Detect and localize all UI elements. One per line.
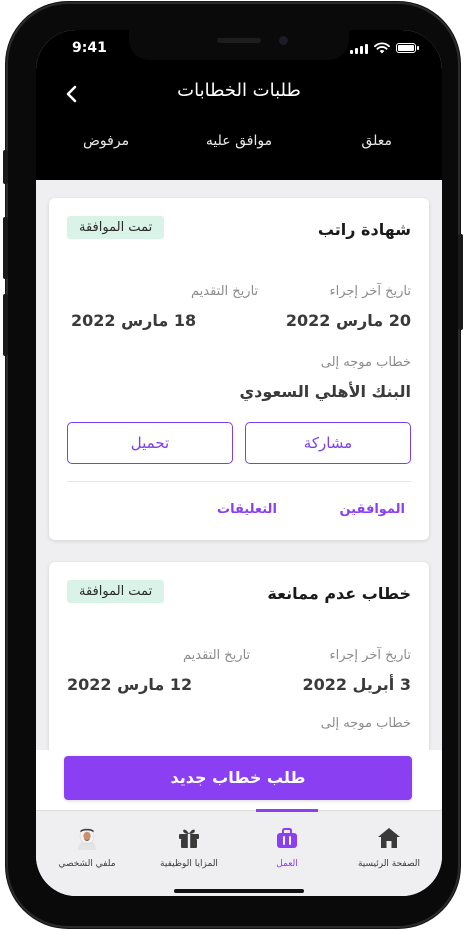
approvers-link[interactable]: الموافقين [339, 502, 405, 517]
nav-label-benefits: المزايا الوظيفية [160, 859, 218, 869]
last-action-date: 3 أبريل 2022 [302, 675, 411, 694]
submit-date-label: تاريخ التقديم [191, 284, 259, 299]
volume-up-button [3, 217, 8, 279]
nav-label-profile: ملفي الشخصي [58, 859, 116, 869]
volume-down-button [3, 294, 8, 356]
bottom-nav: الصفحة الرئيسية العمل المزايا الوظيفية م… [36, 809, 442, 896]
gift-icon [179, 829, 199, 848]
last-action-label: تاريخ آخر إجراء [329, 284, 412, 299]
header: 9:41 طلبات الخطابات معلق موافق عليه مرفو… [36, 30, 442, 180]
share-button[interactable]: مشاركة [245, 422, 411, 464]
mute-switch [3, 150, 8, 184]
camera [279, 36, 288, 45]
status-time: 9:41 [72, 40, 107, 56]
status-tabs: معلق موافق عليه مرفوض [36, 133, 442, 163]
request-title: خطاب عدم ممانعة [267, 584, 411, 603]
page-title: طلبات الخطابات [177, 80, 301, 101]
battery-icon [396, 43, 419, 53]
status-badge: تمت الموافقة [67, 580, 165, 603]
status-icons [350, 42, 419, 54]
request-card: شهادة راتب تمت الموافقة تاريخ آخر إجراء … [49, 198, 429, 540]
avatar-icon [78, 827, 96, 850]
request-title: شهادة راتب [317, 220, 411, 239]
last-action-label: تاريخ آخر إجراء [329, 648, 412, 663]
home-icon [378, 828, 400, 848]
signal-icon [350, 43, 368, 54]
requests-list: شهادة راتب تمت الموافقة تاريخ آخر إجراء … [36, 180, 442, 750]
divider [67, 481, 411, 482]
tab-rejected[interactable]: مرفوض [83, 133, 129, 149]
nav-label-home: الصفحة الرئيسية [357, 859, 421, 869]
addressed-to-value: البنك الأهلي السعودي [239, 382, 411, 401]
submit-date-label: تاريخ التقديم [183, 648, 251, 663]
cta-bar: طلب خطاب جديد [36, 750, 442, 816]
addressed-to-label: خطاب موجه إلى [320, 355, 411, 370]
addressed-to-label: خطاب موجه إلى [320, 716, 411, 731]
submit-date: 18 مارس 2022 [71, 311, 197, 330]
comments-link[interactable]: التعليقات [217, 502, 277, 517]
power-button [458, 234, 463, 330]
download-button[interactable]: تحميل [67, 422, 233, 464]
nav-item-benefits[interactable]: المزايا الوظيفية [138, 811, 240, 881]
last-action-date: 20 مارس 2022 [285, 311, 411, 330]
submit-date: 12 مارس 2022 [67, 675, 193, 694]
active-tab-indicator [256, 809, 318, 812]
speaker [217, 38, 261, 43]
briefcase-icon [277, 828, 297, 848]
request-card: خطاب عدم ممانعة تمت الموافقة تاريخ آخر إ… [49, 562, 429, 750]
status-badge: تمت الموافقة [67, 216, 165, 239]
home-indicator [174, 889, 304, 893]
screen: 9:41 طلبات الخطابات معلق موافق عليه مرفو… [36, 30, 442, 896]
wifi-icon [374, 42, 390, 54]
nav-label-work: العمل [276, 859, 298, 869]
new-letter-request-button[interactable]: طلب خطاب جديد [64, 756, 412, 800]
phone-frame: 9:41 طلبات الخطابات معلق موافق عليه مرفو… [3, 2, 463, 928]
nav-item-profile[interactable]: ملفي الشخصي [36, 811, 138, 881]
notch [129, 30, 349, 60]
nav-item-work[interactable]: العمل [236, 809, 338, 881]
nav-item-home[interactable]: الصفحة الرئيسية [338, 811, 440, 881]
